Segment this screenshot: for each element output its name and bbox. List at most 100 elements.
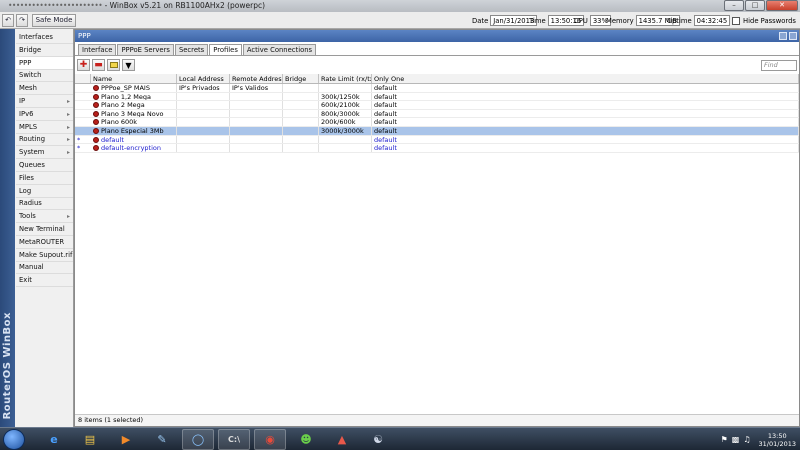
sidebar-item-switch[interactable]: Switch bbox=[16, 69, 73, 83]
safe-mode-button[interactable]: Safe Mode bbox=[32, 14, 76, 27]
sidebar-item-system[interactable]: System ▸ bbox=[16, 146, 73, 160]
minimize-button[interactable]: – bbox=[724, 0, 744, 11]
filter-button[interactable]: ▼ bbox=[122, 59, 135, 71]
sidebar-item-label: Tools bbox=[19, 212, 36, 221]
cell-rate bbox=[319, 144, 372, 152]
undo-button[interactable]: ↶ bbox=[2, 14, 14, 27]
cell-text: IP's Privados bbox=[179, 84, 220, 92]
table-row[interactable]: Plano 1,2 Mega 300k/1250k default bbox=[75, 92, 799, 102]
sidebar-item-ipv6[interactable]: IPv6 ▸ bbox=[16, 108, 73, 121]
column-header-remote-address[interactable]: Remote Address bbox=[230, 74, 283, 83]
tab-active-connections[interactable]: Active Connections bbox=[242, 44, 317, 55]
date-label: Date bbox=[472, 16, 489, 25]
ppp-tabs: Interface PPPoE Servers Secrets Profiles Act… bbox=[78, 44, 317, 56]
cell-remote bbox=[230, 126, 283, 135]
window-title: •••••••••••••••••••••••• - WinBox v5.21 … bbox=[8, 1, 265, 10]
sidebar-item-queues[interactable]: Queues bbox=[16, 159, 73, 172]
cell-text: default-encryption bbox=[101, 144, 162, 152]
sidebar-item-metarouter[interactable]: MetaROUTER bbox=[16, 236, 73, 249]
sidebar-item-ip[interactable]: IP ▸ bbox=[16, 95, 73, 108]
cell-text: 600k/2100k bbox=[321, 101, 360, 109]
media-player-icon[interactable]: ▶ bbox=[110, 429, 142, 450]
table-row[interactable]: Plano Especial 3Mb 3000k/3000k default bbox=[75, 126, 799, 136]
profile-icon bbox=[93, 145, 99, 152]
table-row[interactable]: Plano 600k 200k/600k default bbox=[75, 118, 799, 127]
cell-text: 3000k/3000k bbox=[321, 126, 364, 135]
cell-text: IP's Validos bbox=[232, 84, 269, 92]
column-header-local-address[interactable]: Local Address bbox=[177, 74, 230, 83]
column-header-name[interactable]: Name bbox=[91, 74, 177, 83]
sidebar-item-label: Exit bbox=[19, 276, 32, 285]
sidebar-item-radius[interactable]: Radius bbox=[16, 197, 73, 211]
sidebar-item-label: Bridge bbox=[19, 45, 42, 54]
cell-bridge bbox=[283, 126, 319, 135]
sidebar-item-label: IP bbox=[19, 97, 26, 105]
hide-passwords-checkbox[interactable]: Hide Passwords bbox=[732, 14, 796, 27]
maximize-button[interactable]: □ bbox=[745, 0, 765, 11]
sidebar-item-manual[interactable]: Manual bbox=[16, 261, 73, 275]
chrome-icon[interactable]: ◉ bbox=[254, 429, 286, 450]
sidebar-item-ppp[interactable]: PPP bbox=[16, 56, 73, 70]
sidebar-item-new-terminal[interactable]: New Terminal bbox=[16, 223, 73, 236]
remove-button[interactable]: ▬ bbox=[92, 59, 105, 71]
file-explorer-icon[interactable]: ▤ bbox=[74, 429, 106, 450]
table-row[interactable]: Plano 2 Mega 600k/2100k default bbox=[75, 101, 799, 110]
cell-rate: 800k/3000k bbox=[319, 109, 372, 118]
sidebar-item-routing[interactable]: Routing ▸ bbox=[16, 133, 73, 147]
sidebar-item-label: Routing bbox=[19, 135, 46, 144]
cell-only-one: default bbox=[372, 135, 799, 144]
cell-remote: IP's Validos bbox=[230, 84, 283, 92]
ppp-maximize-button[interactable] bbox=[779, 32, 787, 40]
sidebar-item-exit[interactable]: Exit bbox=[16, 274, 73, 288]
sidebar-item-mesh[interactable]: Mesh bbox=[16, 82, 73, 96]
cell-bridge bbox=[283, 118, 319, 126]
sidebar-item-label: Log bbox=[19, 186, 32, 195]
cell-only-one: default bbox=[372, 92, 799, 101]
sidebar-item-mpls[interactable]: MPLS ▸ bbox=[16, 121, 73, 134]
window-title-blurred: •••••••••••••••••••••••• bbox=[8, 1, 103, 10]
start-button[interactable] bbox=[3, 429, 25, 450]
comment-button[interactable] bbox=[107, 59, 120, 71]
paint-icon[interactable]: ✎ bbox=[146, 429, 178, 450]
close-button[interactable]: ✕ bbox=[766, 0, 798, 11]
app2-icon[interactable]: ☯ bbox=[362, 429, 394, 450]
find-input[interactable]: Find bbox=[761, 60, 797, 71]
table-row[interactable]: * default-encryption default bbox=[75, 144, 799, 153]
cell-text: Plano 600k bbox=[101, 118, 138, 126]
column-header-rate-limit-rx-tx-[interactable]: Rate Limit (rx/tx) bbox=[319, 74, 372, 83]
terminal-icon[interactable]: C:\ bbox=[218, 429, 250, 450]
sidebar-item-bridge[interactable]: Bridge bbox=[16, 44, 73, 57]
tab-pppoe-servers[interactable]: PPPoE Servers bbox=[117, 44, 174, 55]
clock[interactable]: 13:50 31/01/2013 bbox=[759, 432, 796, 448]
sidebar-item-tools[interactable]: Tools ▸ bbox=[16, 210, 73, 224]
tab-secrets[interactable]: Secrets bbox=[174, 44, 209, 55]
add-button[interactable]: ✚ bbox=[77, 59, 90, 71]
checkbox-box[interactable] bbox=[732, 16, 740, 25]
sidebar-item-log[interactable]: Log bbox=[16, 185, 73, 198]
cell-text: 200k/600k bbox=[321, 118, 356, 126]
table-row[interactable]: Plano 3 Mega Novo 800k/3000k default bbox=[75, 109, 799, 119]
minus-icon: ▬ bbox=[94, 60, 103, 70]
app-icon[interactable]: ▲ bbox=[326, 429, 358, 450]
winbox-icon[interactable]: ◯ bbox=[182, 429, 214, 450]
tab-interface[interactable]: Interface bbox=[78, 44, 117, 55]
column-header-bridge[interactable]: Bridge bbox=[283, 74, 319, 83]
ppp-close-button[interactable] bbox=[789, 32, 797, 40]
cell-local bbox=[177, 92, 230, 101]
table-row[interactable]: PPPoe_SP MAIS IP's Privados IP's Validos de… bbox=[75, 84, 799, 93]
routeros-winbox-text: RouterOS WinBox bbox=[2, 311, 13, 419]
sidebar-item-files[interactable]: Files bbox=[16, 172, 73, 185]
messenger-icon[interactable]: ☻ bbox=[290, 429, 322, 450]
cell-remote bbox=[230, 144, 283, 152]
column-header-only-one[interactable]: Only One bbox=[372, 74, 799, 83]
profile-icon bbox=[93, 119, 99, 126]
notification-flag-icon[interactable]: ⚑ bbox=[721, 435, 728, 444]
sidebar-item-label: Radius bbox=[19, 199, 42, 208]
network-icon[interactable]: ▩ bbox=[732, 435, 740, 444]
internet-explorer-icon[interactable]: e bbox=[38, 429, 70, 450]
sidebar-item-make-supout-rif[interactable]: Make Supout.rif bbox=[16, 249, 73, 262]
table-row[interactable]: * default default bbox=[75, 135, 799, 145]
sidebar-item-interfaces[interactable]: Interfaces bbox=[16, 31, 73, 44]
redo-button[interactable]: ↷ bbox=[16, 14, 28, 27]
volume-icon[interactable]: ♫ bbox=[743, 435, 750, 444]
